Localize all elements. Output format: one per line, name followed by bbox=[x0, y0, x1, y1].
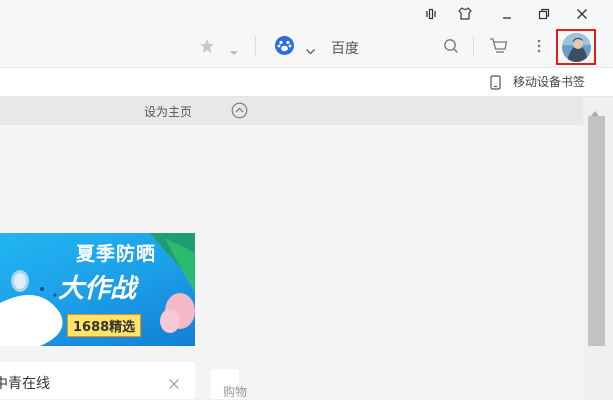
skin-icon[interactable] bbox=[454, 0, 476, 27]
shopping-card[interactable]: 购物 bbox=[211, 369, 247, 399]
more-icon[interactable] bbox=[537, 38, 541, 58]
toolbar-divider bbox=[255, 36, 256, 56]
news-card-title: 中青在线 bbox=[0, 376, 50, 392]
shopping-card-label: 购物 bbox=[223, 385, 248, 399]
search-engine-name[interactable]: 百度 bbox=[331, 38, 359, 58]
star-icon[interactable] bbox=[199, 38, 215, 58]
search-icon[interactable] bbox=[443, 38, 459, 58]
chevron-down-icon[interactable] bbox=[305, 41, 316, 60]
news-card[interactable]: 中青在线 bbox=[0, 362, 195, 399]
banner-line1: 夏季防晒 bbox=[76, 243, 157, 265]
banner-tag: 1688精选 bbox=[67, 314, 142, 337]
collapse-up-icon[interactable] bbox=[231, 102, 248, 123]
title-bar bbox=[0, 0, 613, 27]
scrollbar-thumb[interactable] bbox=[588, 116, 605, 346]
close-icon[interactable] bbox=[571, 0, 593, 27]
minimize-icon[interactable] bbox=[496, 0, 518, 27]
close-card-icon[interactable] bbox=[168, 375, 180, 394]
baidu-paw-icon[interactable] bbox=[275, 36, 294, 59]
toolbar-divider bbox=[473, 36, 474, 56]
avatar-highlight-box bbox=[556, 29, 596, 65]
cart-icon[interactable] bbox=[489, 37, 508, 59]
set-homepage-link[interactable]: 设为主页 bbox=[144, 103, 192, 120]
promo-banner[interactable]: 夏季防晒 大作战 1688精选 bbox=[0, 233, 195, 346]
banner-line2: 大作战 bbox=[58, 274, 137, 304]
dropdown-icon[interactable] bbox=[229, 42, 239, 61]
page-top-strip bbox=[0, 97, 583, 125]
restore-icon[interactable] bbox=[533, 0, 555, 27]
sidebar-toggle-icon[interactable] bbox=[421, 0, 441, 27]
mobile-device-icon bbox=[490, 75, 501, 94]
mobile-bookmarks-link[interactable]: 移动设备书签 bbox=[513, 73, 585, 90]
